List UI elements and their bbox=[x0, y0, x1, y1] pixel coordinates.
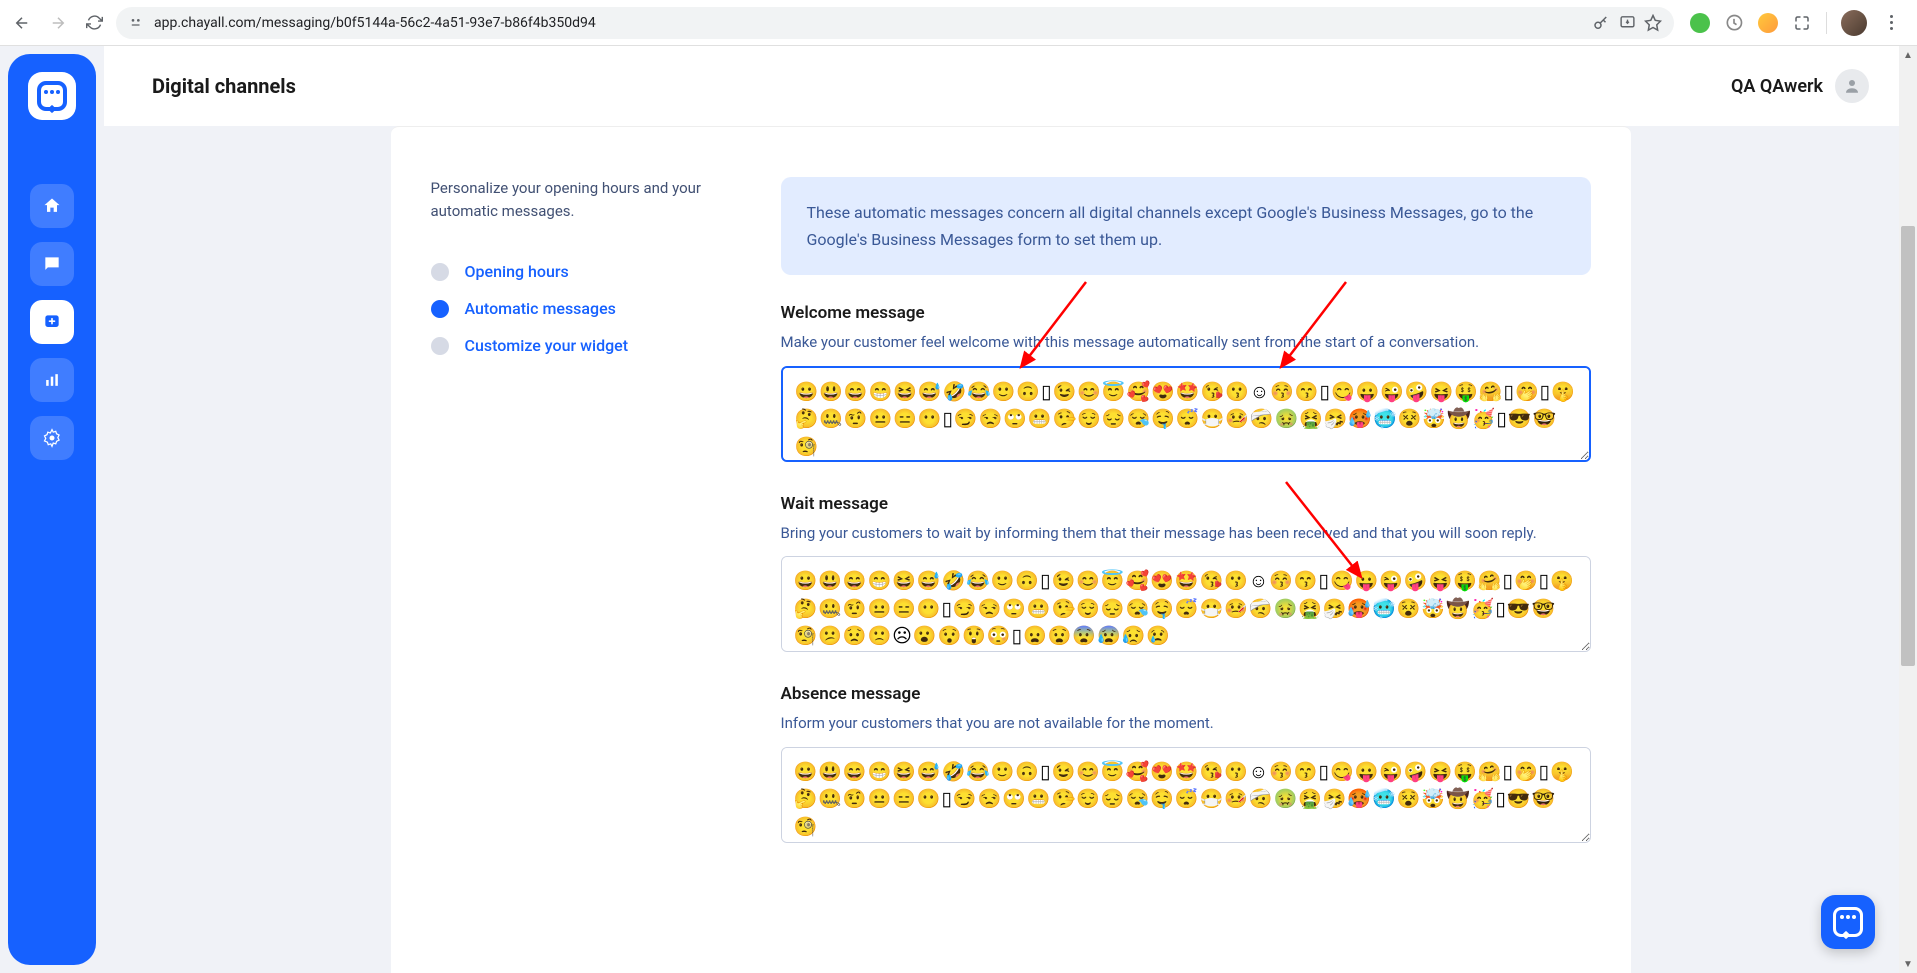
extension-green-icon[interactable] bbox=[1690, 13, 1710, 33]
sidebar-item-home[interactable] bbox=[30, 184, 74, 228]
chat-widget-button[interactable] bbox=[1821, 895, 1875, 949]
page-title: Digital channels bbox=[152, 74, 296, 98]
sidebar-item-messages[interactable] bbox=[30, 242, 74, 286]
radio-icon bbox=[431, 300, 449, 318]
radio-icon bbox=[431, 337, 449, 355]
chrome-menu-icon[interactable] bbox=[1881, 13, 1901, 33]
sidebar-item-analytics[interactable] bbox=[30, 358, 74, 402]
extension-clip-icon[interactable] bbox=[1724, 13, 1744, 33]
nav-label: Opening hours bbox=[465, 262, 569, 281]
install-app-icon[interactable] bbox=[1618, 14, 1636, 32]
welcome-desc: Make your customer feel welcome with thi… bbox=[781, 331, 1591, 354]
user-avatar-icon[interactable] bbox=[1835, 69, 1869, 103]
nav-label: Automatic messages bbox=[465, 299, 616, 318]
user-name: QA QAwerk bbox=[1731, 76, 1823, 97]
sidebar bbox=[8, 54, 96, 965]
wait-textarea[interactable] bbox=[781, 556, 1591, 652]
nav-label: Customize your widget bbox=[465, 336, 629, 355]
bookmark-star-icon[interactable] bbox=[1644, 14, 1662, 32]
sidebar-item-settings[interactable] bbox=[30, 416, 74, 460]
url-bar[interactable]: app.chayall.com/messaging/b0f5144a-56c2-… bbox=[116, 7, 1674, 39]
scrollbar-thumb[interactable] bbox=[1901, 226, 1915, 666]
nav-item-automatic-messages[interactable]: Automatic messages bbox=[431, 299, 711, 318]
annotation-arrow-2 bbox=[1271, 277, 1351, 377]
reload-button[interactable] bbox=[80, 9, 108, 37]
forward-button[interactable] bbox=[44, 9, 72, 37]
absence-title: Absence message bbox=[781, 684, 1591, 704]
absence-textarea[interactable] bbox=[781, 747, 1591, 843]
nav-item-opening-hours[interactable]: Opening hours bbox=[431, 262, 711, 281]
page-scrollbar[interactable]: ▲ ▼ bbox=[1899, 46, 1917, 973]
extensions-area bbox=[1682, 10, 1909, 36]
extension-orange-icon[interactable] bbox=[1758, 13, 1778, 33]
password-key-icon[interactable] bbox=[1592, 14, 1610, 32]
profile-avatar[interactable] bbox=[1841, 10, 1867, 36]
sidebar-item-channels[interactable] bbox=[30, 300, 74, 344]
url-text: app.chayall.com/messaging/b0f5144a-56c2-… bbox=[154, 15, 596, 31]
nav-item-customize-widget[interactable]: Customize your widget bbox=[431, 336, 711, 355]
extensions-puzzle-icon[interactable] bbox=[1792, 13, 1812, 33]
info-banner: These automatic messages concern all dig… bbox=[781, 177, 1591, 275]
welcome-title: Welcome message bbox=[781, 303, 1591, 323]
app-logo[interactable] bbox=[28, 72, 76, 120]
site-settings-icon[interactable] bbox=[128, 14, 146, 32]
radio-icon bbox=[431, 263, 449, 281]
wait-title: Wait message bbox=[781, 494, 1591, 514]
page-header: Digital channels QA QAwerk bbox=[104, 46, 1917, 126]
intro-text: Personalize your opening hours and your … bbox=[431, 177, 711, 222]
browser-chrome: app.chayall.com/messaging/b0f5144a-56c2-… bbox=[0, 0, 1917, 46]
back-button[interactable] bbox=[8, 9, 36, 37]
welcome-textarea[interactable] bbox=[781, 366, 1591, 462]
annotation-arrow-1 bbox=[1011, 277, 1091, 377]
settings-nav: Opening hours Automatic messages Customi… bbox=[431, 262, 711, 355]
absence-desc: Inform your customers that you are not a… bbox=[781, 712, 1591, 735]
wait-desc: Bring your customers to wait by informin… bbox=[781, 522, 1591, 545]
